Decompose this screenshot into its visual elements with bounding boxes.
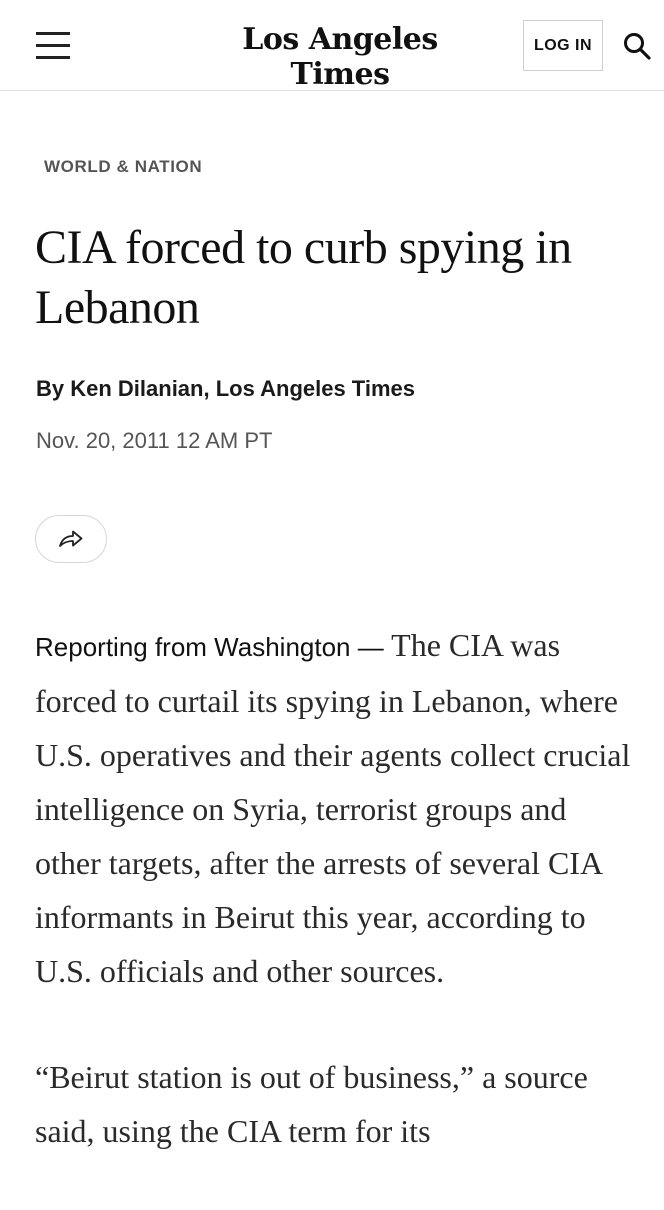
article-byline: By Ken Dilanian, Los Angeles Times [36,376,415,401]
article-paragraph: Reporting from Washington — The CIA was … [35,618,635,998]
hamburger-menu-icon[interactable] [36,30,72,64]
article-paragraph: “Beirut station is out of business,” a s… [35,1050,635,1158]
search-icon[interactable] [622,31,652,61]
section-label[interactable]: WORLD & NATION [44,157,202,177]
share-button[interactable] [35,515,107,563]
article-date: Nov. 20, 2011 12 AM PT [36,428,273,453]
share-arrow-icon [59,530,83,547]
top-navigation-bar: Los Angeles Times LOG IN [0,0,664,92]
site-logo[interactable]: Los Angeles Times [190,22,490,92]
article-paragraph-text: The CIA was forced to curtail its spying… [35,627,631,989]
article-body: Reporting from Washington — The CIA was … [35,618,635,1210]
article-lede: Reporting from Washington — [35,632,384,662]
article-headline: CIA forced to curb spying in Lebanon [35,221,572,334]
login-button[interactable]: LOG IN [523,20,603,71]
article-paragraph-text: “Beirut station is out of business,” a s… [35,1059,588,1149]
